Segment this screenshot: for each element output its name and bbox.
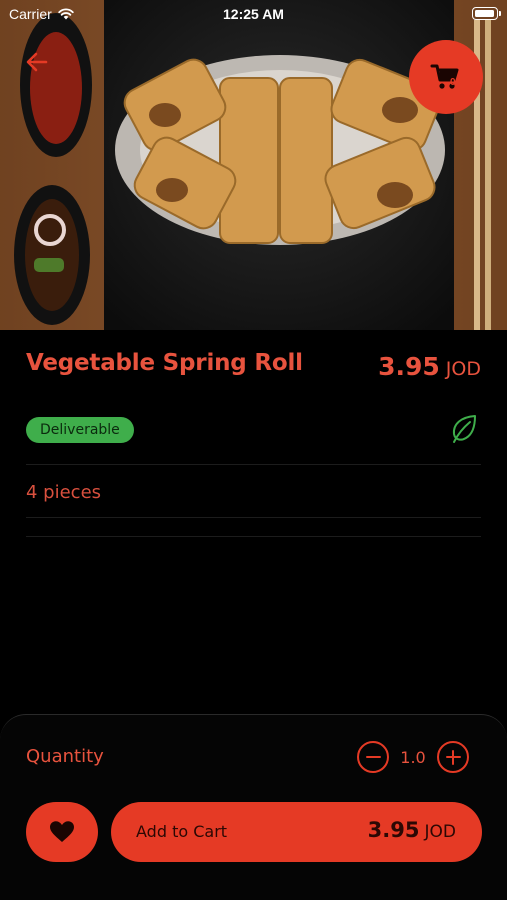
back-button[interactable] [20, 45, 54, 79]
battery-icon [472, 7, 501, 20]
add-to-cart-label: Add to Cart [136, 822, 228, 841]
product-title: Vegetable Spring Roll [26, 350, 303, 376]
heart-icon [50, 821, 74, 842]
add-to-cart-button[interactable]: Add to Cart 3.95 JOD [111, 802, 482, 862]
deliverable-badge: Deliverable [26, 417, 134, 443]
cart-icon [430, 64, 459, 89]
arrow-left-icon [26, 52, 48, 72]
divider [26, 464, 481, 465]
increase-quantity-button[interactable] [437, 741, 469, 773]
price-currency: JOD [445, 358, 481, 380]
divider [26, 536, 481, 537]
total-price-amount: 3.95 [367, 818, 420, 842]
cart-button[interactable]: 0 [409, 40, 483, 114]
decrease-quantity-button[interactable] [357, 741, 389, 773]
product-price: 3.95 JOD [378, 352, 481, 381]
total-price-currency: JOD [424, 822, 457, 842]
favorite-button[interactable] [26, 802, 98, 862]
leaf-icon [452, 415, 476, 443]
quantity-value: 1.0 [400, 748, 426, 767]
cart-count-badge: 0 [450, 77, 456, 88]
status-bar: Carrier 12:25 AM [0, 0, 507, 28]
product-description: 4 pieces [26, 482, 102, 503]
clock: 12:25 AM [223, 6, 284, 22]
quantity-label: Quantity [26, 746, 104, 767]
divider [26, 517, 481, 518]
price-amount: 3.95 [378, 352, 440, 381]
add-to-cart-price: 3.95 JOD [368, 818, 456, 842]
